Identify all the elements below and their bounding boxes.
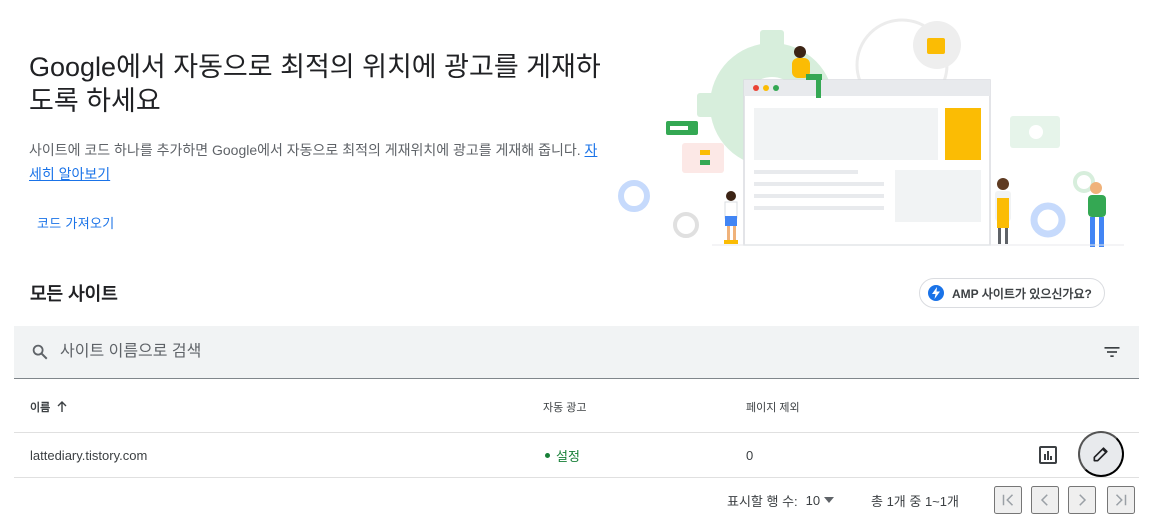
hero-description: 사이트에 코드 하나를 추가하면 Google에서 자동으로 최적의 게재위치에… <box>29 138 609 186</box>
person-right-illustration <box>1088 182 1106 247</box>
person-apron-illustration <box>995 178 1011 244</box>
rows-per-page-label: 표시할 행 수: <box>727 493 798 509</box>
sort-arrow-up-icon <box>57 400 67 412</box>
report-icon[interactable] <box>1036 443 1060 467</box>
filter-icon[interactable] <box>1102 342 1122 362</box>
column-header-name-label: 이름 <box>30 401 51 414</box>
sites-section-title: 모든 사이트 <box>30 284 118 304</box>
auto-ads-status: 설정 <box>545 433 580 478</box>
small-gear-illustration <box>618 180 650 212</box>
auto-ads-status-label: 설정 <box>556 449 580 464</box>
next-page-button[interactable] <box>1068 486 1096 514</box>
prev-page-button[interactable] <box>1031 486 1059 514</box>
rows-per-page: 표시할 행 수: 10 <box>727 478 835 522</box>
search-icon <box>32 344 48 360</box>
site-name-cell: lattediary.tistory.com <box>30 448 148 463</box>
status-dot <box>545 453 550 458</box>
edit-icon <box>1093 447 1108 462</box>
first-page-button[interactable] <box>994 486 1022 514</box>
bolt-icon <box>928 285 944 301</box>
import-code-button[interactable]: 코드 가져오기 <box>29 207 122 237</box>
amp-chip-label: AMP 사이트가 있으신가요? <box>952 286 1092 301</box>
pagination-count: 총 1개 중 1~1개 <box>871 493 959 509</box>
edit-site-button[interactable] <box>1078 431 1124 477</box>
rows-per-page-value: 10 <box>805 492 821 508</box>
search-bar <box>14 326 1139 379</box>
browser-window-illustration <box>743 79 991 246</box>
table-header: 이름 자동 광고 페이지 제외 <box>14 380 1139 433</box>
column-header-page-exclusions: 페이지 제외 <box>746 401 800 414</box>
prev-page-icon <box>1040 494 1048 506</box>
page-title: Google에서 자동으로 최적의 위치에 광고를 게재하도록 하세요 <box>29 52 601 116</box>
column-header-name[interactable]: 이름 <box>30 380 68 433</box>
person-left-illustration <box>724 191 738 244</box>
table-row[interactable]: lattediary.tistory.com 설정 0 <box>14 431 1139 478</box>
auto-ads-illustration <box>618 18 1124 247</box>
column-header-auto-ads: 자동 광고 <box>543 401 587 414</box>
last-page-icon <box>1115 494 1127 506</box>
rows-per-page-select[interactable]: 10 <box>805 492 835 508</box>
site-search-input[interactable] <box>60 343 1102 361</box>
amp-sites-chip[interactable]: AMP 사이트가 있으신가요? <box>919 278 1105 308</box>
first-page-icon <box>1002 494 1014 506</box>
page-exclusions-cell: 0 <box>746 448 754 463</box>
next-page-icon <box>1079 494 1087 506</box>
hero-description-text: 사이트에 코드 하나를 추가하면 Google에서 자동으로 최적의 게재위치에… <box>29 142 585 158</box>
dropdown-arrow-icon <box>824 497 835 503</box>
last-page-button[interactable] <box>1107 486 1135 514</box>
